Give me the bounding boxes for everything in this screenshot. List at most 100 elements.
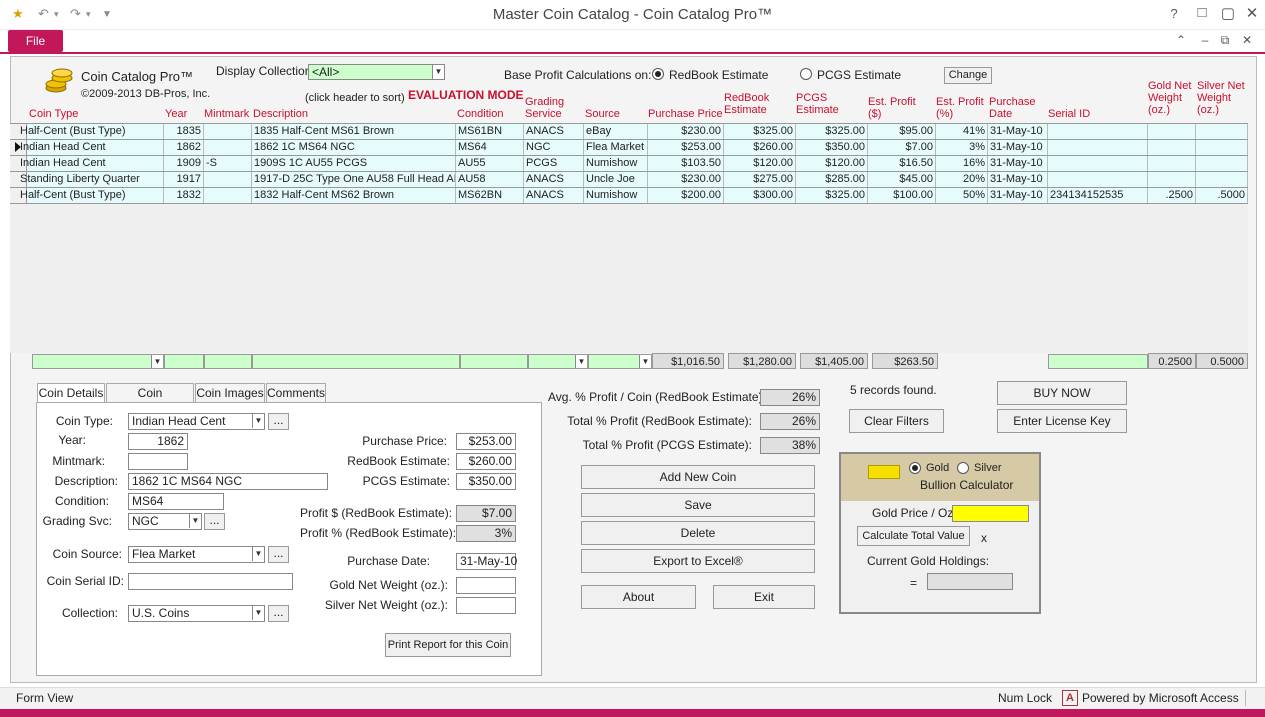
calculate-total-value-button[interactable]: Calculate Total Value xyxy=(857,526,970,546)
condition-field[interactable]: MS64 xyxy=(128,493,224,510)
chevron-down-icon[interactable]: ▼ xyxy=(639,355,651,368)
table-cell[interactable]: 1909S 1C AU55 PCGS xyxy=(252,156,456,171)
table-cell[interactable]: $95.00 xyxy=(868,124,936,139)
file-tab[interactable]: File xyxy=(8,30,63,52)
chevron-down-icon[interactable]: ▼ xyxy=(151,355,163,368)
about-button[interactable]: About xyxy=(581,585,696,609)
table-cell[interactable]: 1909 xyxy=(164,156,204,171)
gold-radio[interactable] xyxy=(909,462,921,474)
table-row[interactable]: Standing Liberty Quarter 1917 1917-D 25C T… xyxy=(10,172,1248,188)
table-cell[interactable]: .2500 xyxy=(1148,188,1196,203)
table-cell[interactable]: ANACS xyxy=(524,124,584,139)
filter-serial[interactable] xyxy=(1048,354,1148,369)
help-icon[interactable]: ? xyxy=(1160,6,1188,21)
col-redbook-estimate[interactable]: RedBook Estimate xyxy=(724,92,774,116)
delete-button[interactable]: Delete xyxy=(581,521,815,545)
table-cell[interactable]: 31-May-10 xyxy=(988,156,1048,171)
silver-radio[interactable] xyxy=(957,462,969,474)
grading-combo[interactable]: NGC ▼ xyxy=(128,513,202,530)
table-row[interactable]: Half-Cent (Bust Type) 1835 1835 Half-Cent … xyxy=(10,124,1248,140)
pcgs-field[interactable]: $350.00 xyxy=(456,473,516,490)
table-cell[interactable]: $325.00 xyxy=(796,124,868,139)
table-cell[interactable]: NGC xyxy=(524,140,584,155)
table-cell[interactable]: $350.00 xyxy=(796,140,868,155)
table-cell[interactable]: Flea Market xyxy=(584,140,648,155)
table-cell[interactable]: 31-May-10 xyxy=(988,188,1048,203)
coin-type-more-button[interactable]: ... xyxy=(268,413,289,430)
table-cell[interactable]: 1832 Half-Cent MS62 Brown xyxy=(252,188,456,203)
close-window-icon[interactable]: ✕ xyxy=(1238,4,1265,22)
table-cell[interactable] xyxy=(204,188,252,203)
table-cell[interactable]: 16% xyxy=(936,156,988,171)
table-cell[interactable]: $100.00 xyxy=(868,188,936,203)
table-cell[interactable]: $45.00 xyxy=(868,172,936,187)
add-new-coin-button[interactable]: Add New Coin xyxy=(581,465,815,489)
tab-coin-documents[interactable]: Coin Documents xyxy=(106,383,194,418)
coin-type-combo[interactable]: Indian Head Cent ▼ xyxy=(128,413,265,430)
table-cell[interactable]: $253.00 xyxy=(648,140,724,155)
filter-coin-type[interactable]: ▼ xyxy=(32,354,164,369)
table-cell[interactable]: 3% xyxy=(936,140,988,155)
table-cell[interactable]: 1862 1C MS64 NGC xyxy=(252,140,456,155)
table-cell[interactable]: $260.00 xyxy=(724,140,796,155)
purchase-date-field[interactable]: 31-May-10 xyxy=(456,553,517,570)
table-cell[interactable]: 31-May-10 xyxy=(988,124,1048,139)
table-cell[interactable]: Numishow xyxy=(584,156,648,171)
table-cell[interactable]: 1832 xyxy=(164,188,204,203)
buy-now-button[interactable]: BUY NOW xyxy=(997,381,1127,405)
table-cell[interactable] xyxy=(1196,156,1248,171)
table-cell[interactable]: $230.00 xyxy=(648,172,724,187)
col-source[interactable]: Source xyxy=(585,108,620,120)
resize-grip[interactable] xyxy=(1245,690,1255,706)
col-gold-weight[interactable]: Gold Net Weight (oz.) xyxy=(1148,80,1196,116)
table-row[interactable]: Half-Cent (Bust Type) 1832 1832 Half-Cent … xyxy=(10,188,1248,204)
table-cell[interactable]: 234134152535 xyxy=(1048,188,1148,203)
pcgs-radio[interactable] xyxy=(800,68,812,80)
source-more-button[interactable]: ... xyxy=(268,546,289,563)
filter-grading[interactable]: ▼ xyxy=(528,354,588,369)
table-cell[interactable]: $325.00 xyxy=(724,124,796,139)
exit-button[interactable]: Exit xyxy=(713,585,815,609)
display-collection-combo[interactable]: <All> ▼ xyxy=(308,64,445,80)
col-est-profit-pct[interactable]: Est. Profit (%) xyxy=(936,96,988,120)
table-cell[interactable] xyxy=(204,172,252,187)
table-cell[interactable]: 1862 xyxy=(164,140,204,155)
table-cell[interactable]: $325.00 xyxy=(796,188,868,203)
collection-more-button[interactable]: ... xyxy=(268,605,289,622)
table-cell[interactable]: eBay xyxy=(584,124,648,139)
table-cell[interactable]: 31-May-10 xyxy=(988,172,1048,187)
table-cell[interactable]: 1917-D 25C Type One AU58 Full Head ANACS xyxy=(252,172,456,187)
filter-year[interactable] xyxy=(164,354,204,369)
redbook-field[interactable]: $260.00 xyxy=(456,453,516,470)
col-description[interactable]: Description xyxy=(253,108,308,120)
table-cell[interactable]: $300.00 xyxy=(724,188,796,203)
table-cell[interactable]: .5000 xyxy=(1196,188,1248,203)
table-cell[interactable]: MS62BN xyxy=(456,188,524,203)
table-cell[interactable]: ANACS xyxy=(524,188,584,203)
col-pcgs-estimate[interactable]: PCGS Estimate xyxy=(796,92,846,116)
table-cell[interactable]: $230.00 xyxy=(648,124,724,139)
table-cell[interactable]: $275.00 xyxy=(724,172,796,187)
table-cell[interactable]: MS61BN xyxy=(456,124,524,139)
gold-weight-field[interactable] xyxy=(456,577,516,594)
table-row[interactable]: Indian Head Cent 1862 1862 1C MS64 NGC MS64… xyxy=(10,140,1248,156)
table-cell[interactable]: Half-Cent (Bust Type) xyxy=(18,188,164,203)
chevron-down-icon[interactable]: ▼ xyxy=(252,547,264,561)
collapse-ribbon-icon[interactable]: ⌃ xyxy=(1172,33,1190,47)
table-cell[interactable]: Uncle Joe xyxy=(584,172,648,187)
gold-price-field[interactable] xyxy=(952,505,1029,522)
change-button[interactable]: Change xyxy=(944,67,992,84)
table-cell[interactable]: AU58 xyxy=(456,172,524,187)
table-cell[interactable]: $120.00 xyxy=(724,156,796,171)
table-cell[interactable]: Standing Liberty Quarter xyxy=(18,172,164,187)
filter-description[interactable] xyxy=(252,354,460,369)
filter-source[interactable]: ▼ xyxy=(588,354,652,369)
tab-comments[interactable]: Comments xyxy=(266,383,326,403)
table-cell[interactable]: $7.00 xyxy=(868,140,936,155)
export-excel-button[interactable]: Export to Excel® xyxy=(581,549,815,573)
chevron-down-icon[interactable]: ▼ xyxy=(252,606,264,620)
redbook-radio[interactable] xyxy=(652,68,664,80)
table-cell[interactable] xyxy=(1148,140,1196,155)
col-est-profit-usd[interactable]: Est. Profit ($) xyxy=(868,96,920,120)
table-cell[interactable] xyxy=(1048,156,1148,171)
